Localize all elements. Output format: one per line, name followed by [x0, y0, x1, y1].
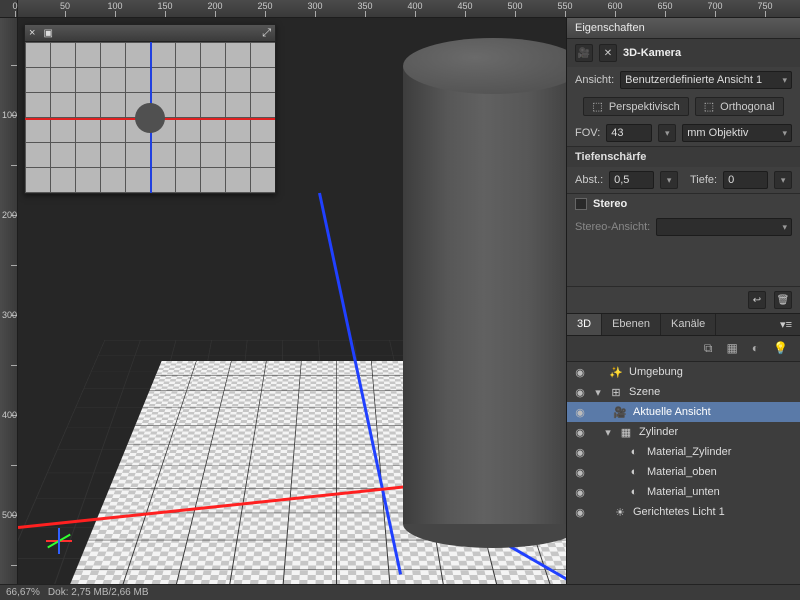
panel-tabs: 3D Ebenen Kanäle ▾≡: [567, 313, 800, 336]
filter-icon[interactable]: ⧉: [704, 341, 713, 356]
light-icon: ☀: [613, 505, 627, 519]
stepper-icon[interactable]: ▾: [658, 124, 676, 142]
depth-label: Tiefe:: [690, 174, 717, 186]
tree-light[interactable]: ◉ ☀ Gerichtetes Licht 1: [567, 502, 800, 522]
expand-icon[interactable]: ⤢: [262, 27, 271, 40]
link-icon: ✕: [599, 44, 617, 62]
secondary-view[interactable]: [25, 41, 275, 193]
chevron-down-icon[interactable]: ▾: [603, 426, 613, 439]
object-name: 3D-Kamera: [623, 47, 681, 59]
tree-environment[interactable]: ◉ ✨ Umgebung: [567, 362, 800, 382]
viewport-3d[interactable]: × ▣ ⤢: [18, 18, 566, 584]
cube-icon: ⬚: [592, 100, 602, 113]
tree-cylinder[interactable]: ◉ ▾ ▦ Zylinder: [567, 422, 800, 442]
dof-section: Tiefenschärfe: [567, 146, 800, 167]
perspective-button[interactable]: ⬚ Perspektivisch: [583, 97, 688, 116]
visibility-icon[interactable]: ◉: [573, 386, 587, 399]
depth-input[interactable]: 0: [723, 171, 768, 189]
material-icon: ◐: [627, 485, 641, 499]
tab-3d[interactable]: 3D: [567, 314, 602, 335]
tree-material-top[interactable]: ◉ ◐ Material_oben: [567, 462, 800, 482]
panel-menu-icon[interactable]: ▾≡: [772, 314, 800, 335]
tab-channels[interactable]: Kanäle: [661, 314, 716, 335]
close-icon[interactable]: ×: [29, 27, 35, 39]
cylinder-mesh[interactable]: [403, 38, 566, 548]
fov-label: FOV:: [575, 127, 600, 139]
stepper-icon[interactable]: ▾: [660, 171, 678, 189]
top-view-cylinder: [135, 103, 165, 133]
camera-icon: 🎥: [575, 44, 593, 62]
lens-unit-select[interactable]: mm Objektiv▾: [682, 124, 792, 142]
mesh-icon[interactable]: ▦: [726, 341, 737, 356]
tree-material-bottom[interactable]: ◉ ◐ Material_unten: [567, 482, 800, 502]
environment-icon: ✨: [609, 365, 623, 379]
visibility-icon[interactable]: ◉: [573, 486, 587, 499]
view-select[interactable]: Benutzerdefinierte Ansicht 1▾: [620, 71, 792, 89]
material-icon: ◐: [627, 465, 641, 479]
visibility-icon[interactable]: ◉: [573, 426, 587, 439]
stereo-view-select: ▾: [656, 218, 792, 236]
ruler-vertical: 0100200300400500600700800: [0, 18, 18, 584]
distance-input[interactable]: 0,5: [609, 171, 654, 189]
visibility-icon[interactable]: ◉: [573, 366, 587, 379]
properties-panel-title: Eigenschaften: [567, 18, 800, 39]
fov-input[interactable]: 43: [606, 124, 652, 142]
camera-icon: 🎥: [613, 405, 627, 419]
visibility-icon[interactable]: ◉: [573, 466, 587, 479]
material-icon[interactable]: ◐: [752, 341, 759, 356]
ruler-horizontal: 0501001502002503003504004505005506006507…: [0, 0, 800, 18]
visibility-icon[interactable]: ◉: [573, 506, 587, 519]
visibility-icon[interactable]: ◉: [573, 406, 587, 419]
cube-icon: ⬚: [704, 100, 714, 113]
secondary-view-panel[interactable]: × ▣ ⤢: [24, 24, 276, 194]
tab-layers[interactable]: Ebenen: [602, 314, 661, 335]
stepper-icon[interactable]: ▾: [774, 171, 792, 189]
tree-material-cylinder[interactable]: ◉ ◐ Material_Zylinder: [567, 442, 800, 462]
stereo-view-label: Stereo-Ansicht:: [575, 221, 650, 233]
stereo-label: Stereo: [593, 198, 627, 210]
doc-size: Dok: 2,75 MB/2,66 MB: [48, 587, 149, 598]
orthogonal-button[interactable]: ⬚ Orthogonal: [695, 97, 784, 116]
window-icon[interactable]: ▣: [43, 28, 52, 39]
mesh-icon: ▦: [619, 425, 633, 439]
material-icon: ◐: [627, 445, 641, 459]
status-bar: 66,67% Dok: 2,75 MB/2,66 MB: [0, 584, 800, 600]
zoom-level[interactable]: 66,67%: [6, 587, 40, 598]
scene-icon: ⊞: [609, 385, 623, 399]
tree-scene[interactable]: ◉ ▾ ⊞ Szene: [567, 382, 800, 402]
light-icon[interactable]: 💡: [773, 341, 788, 356]
axis-gizmo[interactable]: [26, 492, 86, 552]
scene-tree[interactable]: ◉ ✨ Umgebung ◉ ▾ ⊞ Szene ◉ 🎥 Aktuelle An…: [567, 362, 800, 584]
chevron-down-icon[interactable]: ▾: [593, 386, 603, 399]
tree-current-view[interactable]: ◉ 🎥 Aktuelle Ansicht: [567, 402, 800, 422]
trash-icon[interactable]: 🗑: [774, 291, 792, 309]
view-label: Ansicht:: [575, 74, 614, 86]
return-icon[interactable]: ↩: [748, 291, 766, 309]
distance-label: Abst.:: [575, 174, 603, 186]
stereo-checkbox[interactable]: [575, 198, 587, 210]
visibility-icon[interactable]: ◉: [573, 446, 587, 459]
